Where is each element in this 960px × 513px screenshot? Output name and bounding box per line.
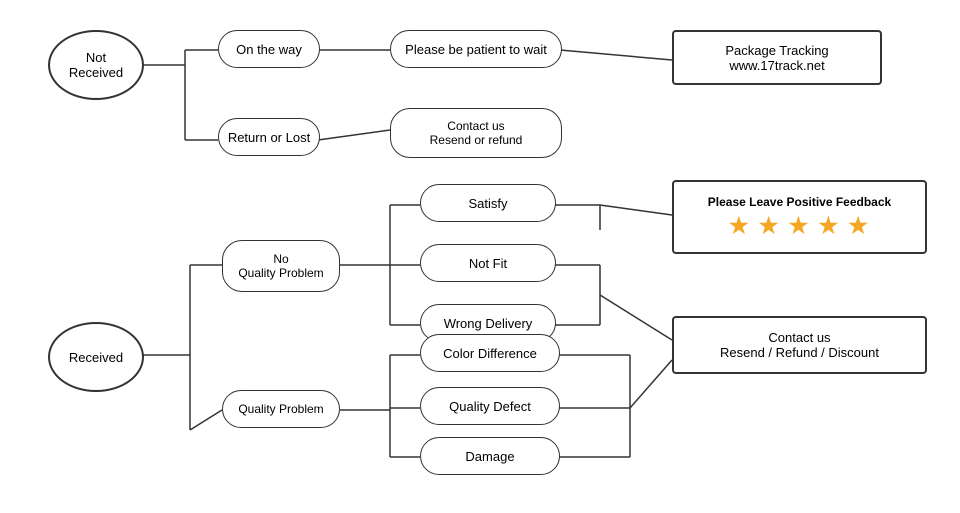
color-diff-node: Color Difference xyxy=(420,334,560,372)
satisfy-node: Satisfy xyxy=(420,184,556,222)
not-received-node: Not Received xyxy=(48,30,144,100)
return-or-lost-node: Return or Lost xyxy=(218,118,320,156)
diagram: Not Received On the way Return or Lost P… xyxy=(0,0,960,513)
on-the-way-node: On the way xyxy=(218,30,320,68)
contact-resend-node: Contact us Resend or refund xyxy=(390,108,562,158)
no-quality-node: No Quality Problem xyxy=(222,240,340,292)
not-fit-node: Not Fit xyxy=(420,244,556,282)
stars: ★ ★ ★ ★ ★ xyxy=(729,213,870,239)
feedback-node: Please Leave Positive Feedback ★ ★ ★ ★ ★ xyxy=(672,180,927,254)
quality-defect-node: Quality Defect xyxy=(420,387,560,425)
package-tracking-node: Package Tracking www.17track.net xyxy=(672,30,882,85)
received-node: Received xyxy=(48,322,144,392)
damage-node: Damage xyxy=(420,437,560,475)
quality-problem-node: Quality Problem xyxy=(222,390,340,428)
be-patient-node: Please be patient to wait xyxy=(390,30,562,68)
contact-resend-refund-node: Contact us Resend / Refund / Discount xyxy=(672,316,927,374)
